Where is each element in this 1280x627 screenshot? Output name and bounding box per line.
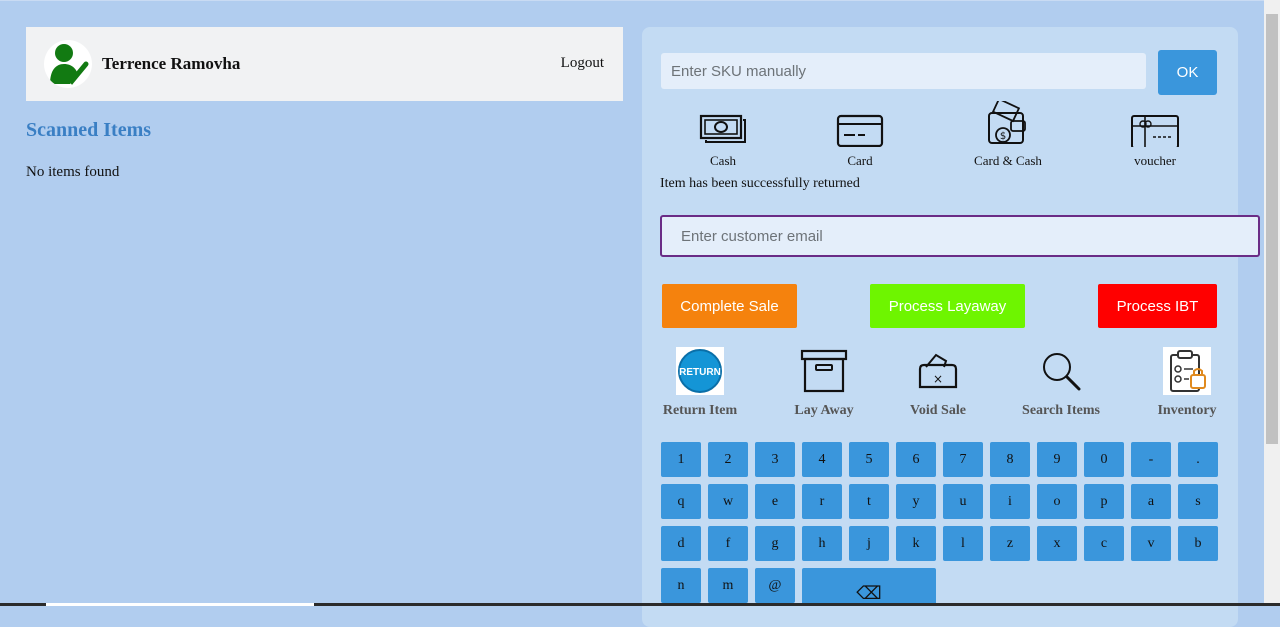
top-border xyxy=(0,0,1280,1)
key[interactable]: i xyxy=(990,484,1030,519)
user-header: Terrence Ramovha Logout xyxy=(26,27,623,101)
key[interactable]: b xyxy=(1178,526,1218,561)
key[interactable]: l xyxy=(943,526,983,561)
key[interactable]: n xyxy=(661,568,701,603)
lay-away-button[interactable]: Lay Away xyxy=(789,347,859,419)
tool-label: Lay Away xyxy=(794,403,854,418)
key[interactable]: 7 xyxy=(943,442,983,477)
key[interactable]: 9 xyxy=(1037,442,1077,477)
payment-label: Card xyxy=(847,153,873,168)
svg-text:$: $ xyxy=(1000,131,1006,142)
key[interactable]: x xyxy=(1037,526,1077,561)
key[interactable]: 4 xyxy=(802,442,842,477)
key[interactable]: d xyxy=(661,526,701,561)
user-avatar-icon xyxy=(44,40,92,88)
key[interactable]: w xyxy=(708,484,748,519)
key[interactable]: m xyxy=(708,568,748,603)
customer-email-input[interactable] xyxy=(660,215,1260,257)
ok-button[interactable]: OK xyxy=(1158,50,1217,95)
search-icon xyxy=(1043,353,1081,391)
inventory-button[interactable]: Inventory xyxy=(1153,347,1221,419)
process-layaway-button[interactable]: Process Layaway xyxy=(870,284,1025,328)
tool-label: Void Sale xyxy=(910,403,966,418)
key[interactable]: 6 xyxy=(896,442,936,477)
void-wallet-icon: × xyxy=(918,353,958,389)
key[interactable]: q xyxy=(661,484,701,519)
key[interactable]: @ xyxy=(755,568,795,603)
key[interactable]: f xyxy=(708,526,748,561)
tool-label: Inventory xyxy=(1157,403,1217,418)
key[interactable]: 2 xyxy=(708,442,748,477)
key[interactable]: v xyxy=(1131,526,1171,561)
key[interactable]: a xyxy=(1131,484,1171,519)
key[interactable]: . xyxy=(1178,442,1218,477)
payment-voucher[interactable]: voucher xyxy=(1100,107,1210,169)
key[interactable]: c xyxy=(1084,526,1124,561)
key[interactable]: p xyxy=(1084,484,1124,519)
logout-link[interactable]: Logout xyxy=(561,55,604,72)
payment-label: voucher xyxy=(1134,153,1176,168)
card-icon xyxy=(836,114,884,147)
archive-box-icon xyxy=(800,349,848,393)
key[interactable]: u xyxy=(943,484,983,519)
payment-label: Card & Cash xyxy=(974,153,1042,168)
voucher-icon xyxy=(1131,115,1179,147)
empty-state-text: No items found xyxy=(26,164,120,180)
scanned-items-title: Scanned Items xyxy=(26,119,152,141)
svg-text:×: × xyxy=(933,372,943,386)
key[interactable]: 8 xyxy=(990,442,1030,477)
key[interactable]: t xyxy=(849,484,889,519)
complete-sale-button[interactable]: Complete Sale xyxy=(662,284,797,328)
key[interactable]: 1 xyxy=(661,442,701,477)
payment-cash[interactable]: Cash xyxy=(668,107,778,169)
payment-label: Cash xyxy=(710,153,736,168)
key[interactable]: r xyxy=(802,484,842,519)
backspace-key[interactable]: ⌫ xyxy=(802,568,936,606)
payment-card[interactable]: Card xyxy=(805,107,915,169)
key[interactable]: 3 xyxy=(755,442,795,477)
clipboard-icon xyxy=(1163,347,1211,395)
key[interactable]: 0 xyxy=(1084,442,1124,477)
search-items-button[interactable]: Search Items xyxy=(1018,347,1104,419)
tool-label: Return Item xyxy=(662,403,738,418)
user-name: Terrence Ramovha xyxy=(102,54,241,73)
card-and-cash-icon: $ xyxy=(988,101,1026,144)
key[interactable]: s xyxy=(1178,484,1218,519)
void-sale-button[interactable]: × Void Sale xyxy=(903,347,973,419)
key[interactable]: o xyxy=(1037,484,1077,519)
key[interactable]: k xyxy=(896,526,936,561)
key[interactable]: - xyxy=(1131,442,1171,477)
process-ibt-button[interactable]: Process IBT xyxy=(1098,284,1217,328)
key[interactable]: z xyxy=(990,526,1030,561)
key[interactable]: e xyxy=(755,484,795,519)
payment-card-and-cash[interactable]: $ Card & Cash xyxy=(953,101,1063,169)
status-message: Item has been successfully returned xyxy=(660,176,860,191)
key[interactable]: g xyxy=(755,526,795,561)
return-badge-text: RETURN xyxy=(679,367,721,378)
key[interactable]: h xyxy=(802,526,842,561)
sku-input[interactable] xyxy=(661,53,1146,89)
cash-icon xyxy=(699,114,746,143)
tool-label: Search Items xyxy=(1022,403,1100,418)
key[interactable]: j xyxy=(849,526,889,561)
return-item-button[interactable]: RETURN Return Item xyxy=(660,347,740,419)
key[interactable]: 5 xyxy=(849,442,889,477)
scrollbar-thumb[interactable] xyxy=(1266,14,1278,444)
return-icon: RETURN xyxy=(676,347,724,395)
key[interactable]: y xyxy=(896,484,936,519)
